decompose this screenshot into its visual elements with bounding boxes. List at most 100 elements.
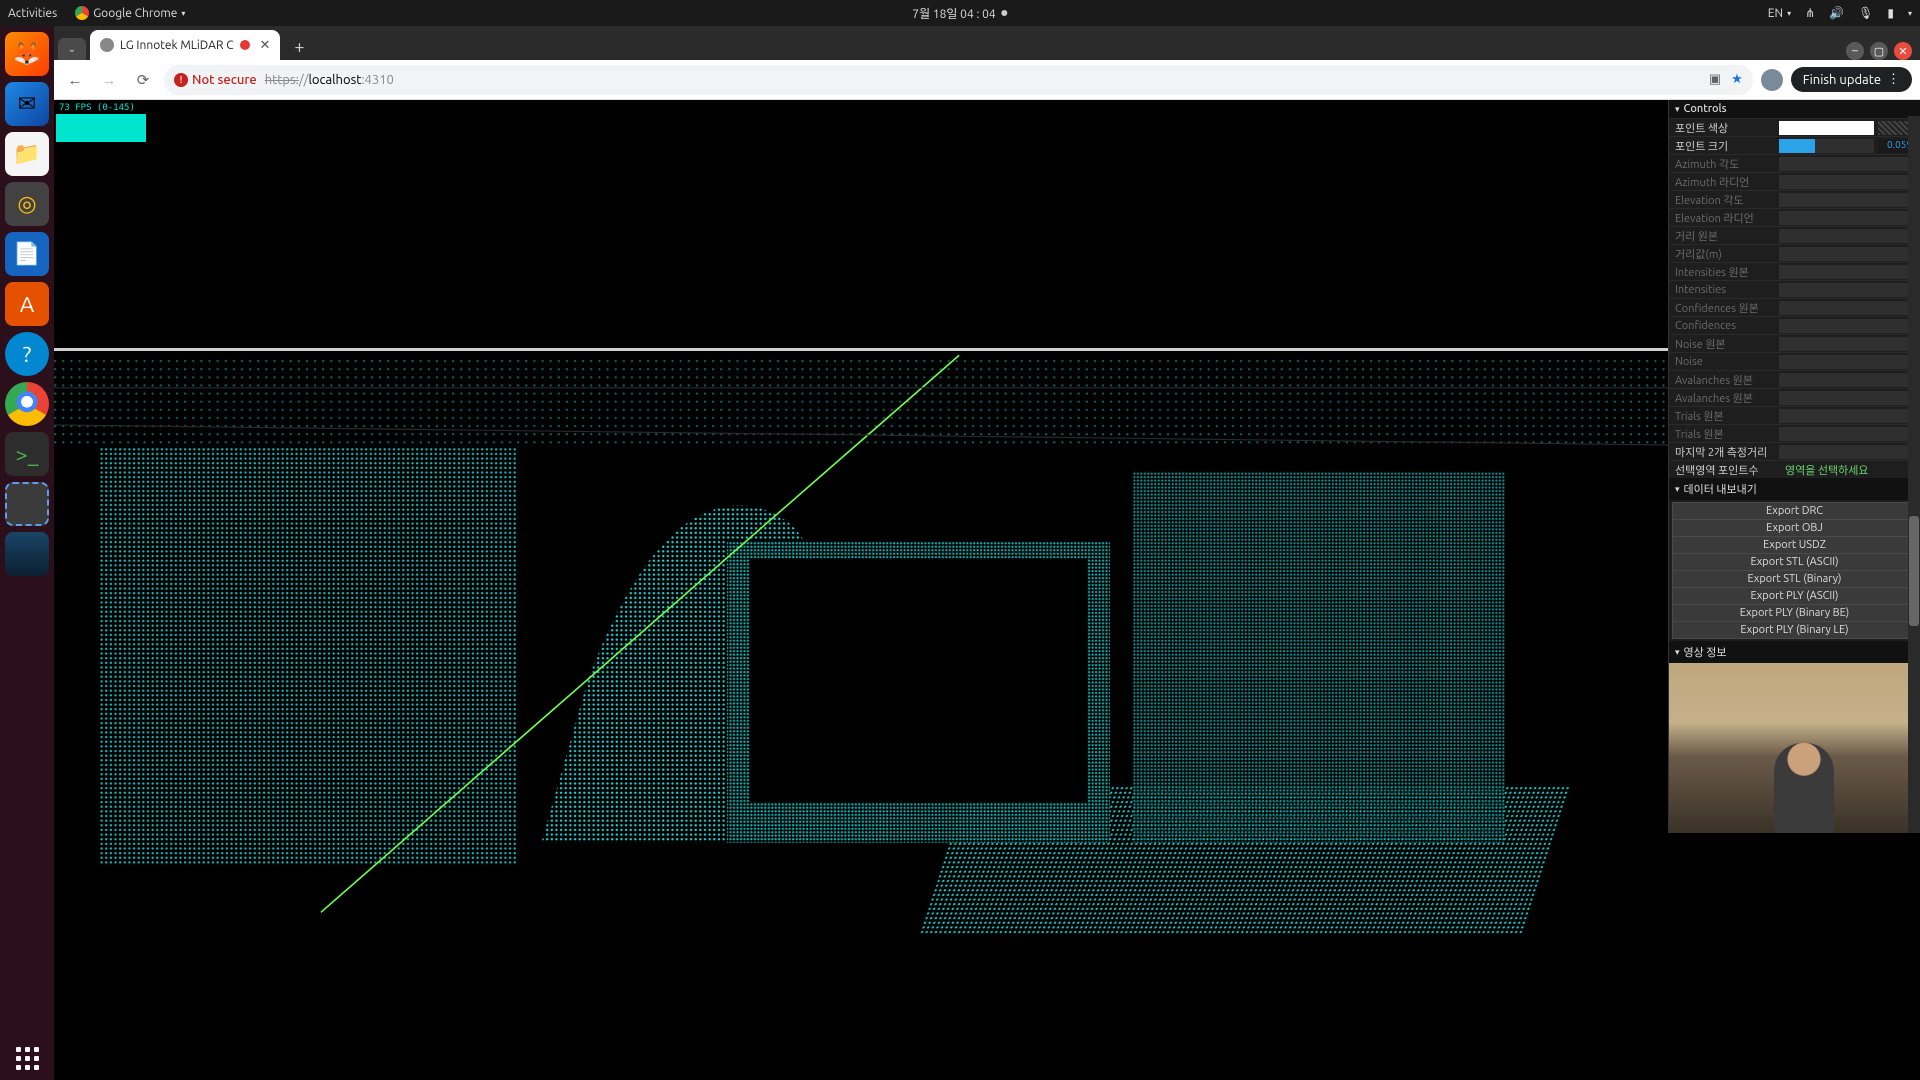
fps-meter: 73 FPS (0-145)	[56, 102, 146, 142]
video-section-header[interactable]: ▾영상 정보	[1669, 641, 1920, 663]
control-field	[1779, 211, 1914, 225]
export-button[interactable]: Export USDZ	[1672, 536, 1917, 554]
profile-avatar[interactable]	[1761, 69, 1783, 91]
control-label: Trials 원본	[1675, 426, 1779, 442]
controls-header[interactable]: ▾Controls	[1669, 100, 1920, 118]
pointcloud-canvas[interactable]	[54, 100, 1920, 959]
export-button[interactable]: Export PLY (Binary BE)	[1672, 604, 1917, 622]
battery-icon[interactable]: ▮	[1887, 6, 1894, 20]
control-label: Elevation 라디언	[1675, 210, 1779, 226]
camera-indicator-icon[interactable]: ▣	[1709, 72, 1721, 87]
export-button[interactable]: Export DRC	[1672, 502, 1917, 520]
chevron-down-icon: ▾	[1675, 647, 1680, 658]
control-row[interactable]: 포인트 색상	[1669, 118, 1920, 136]
control-row[interactable]: 선택영역 포인트수영역을 선택하세요	[1669, 460, 1920, 478]
dock-image[interactable]	[5, 532, 49, 576]
control-row: Avalanches 원본	[1669, 370, 1920, 388]
tab-favicon	[100, 38, 114, 52]
network-icon[interactable]: ⋔	[1805, 6, 1815, 20]
control-row: Confidences	[1669, 316, 1920, 334]
window-maximize-button[interactable]: ▢	[1870, 42, 1888, 60]
browser-tab[interactable]: LG Innotek MLiDAR C ✕	[90, 30, 280, 60]
dock-chrome[interactable]	[5, 382, 49, 426]
control-label: Intensities 원본	[1675, 264, 1779, 280]
export-button[interactable]: Export STL (Binary)	[1672, 570, 1917, 588]
window-close-button[interactable]: ✕	[1894, 42, 1912, 60]
camera-feed-person	[1774, 743, 1834, 833]
dock-terminal[interactable]: >_	[5, 432, 49, 476]
bookmark-star-icon[interactable]: ★	[1731, 72, 1743, 87]
lidar-viewport[interactable]: 73 FPS (0-145) ▾Controls 포인트 색상포인트 크기0.0…	[54, 100, 1920, 1080]
control-row: Intensities 원본	[1669, 262, 1920, 280]
control-field	[1779, 283, 1914, 297]
export-section-header[interactable]: ▾데이터 내보내기	[1669, 478, 1920, 500]
control-field	[1779, 229, 1914, 243]
dock-rhythmbox[interactable]: ◎	[5, 182, 49, 226]
chevron-down-icon: ▾	[1675, 104, 1680, 115]
control-row[interactable]: 마지막 2개 측정거리	[1669, 442, 1920, 460]
export-button[interactable]: Export STL (ASCII)	[1672, 553, 1917, 571]
nav-forward-button[interactable]: →	[96, 67, 122, 93]
control-label: Confidences	[1675, 320, 1779, 332]
dock-show-apps[interactable]	[16, 1047, 39, 1070]
control-field[interactable]	[1779, 445, 1914, 459]
tab-search-button[interactable]: ⌄	[58, 38, 86, 60]
new-tab-button[interactable]: +	[286, 34, 312, 60]
lang-label: EN	[1768, 7, 1783, 20]
control-field	[1779, 427, 1914, 441]
control-label: 포인트 색상	[1675, 120, 1779, 136]
panel-scrollbar-track[interactable]	[1908, 116, 1920, 833]
control-field	[1779, 265, 1914, 279]
control-field	[1779, 175, 1914, 189]
control-row: 거리 원본	[1669, 226, 1920, 244]
app-menu[interactable]: Google Chrome ▾	[75, 6, 185, 20]
control-field	[1779, 373, 1914, 387]
export-button[interactable]: Export OBJ	[1672, 519, 1917, 537]
control-row: Azimuth 각도	[1669, 154, 1920, 172]
clock[interactable]: 7월 18일 04 : 04	[912, 5, 1007, 22]
dock-software[interactable]: A	[5, 282, 49, 326]
chevron-down-icon[interactable]: ▾	[1908, 9, 1912, 18]
nav-reload-button[interactable]: ⟳	[130, 67, 156, 93]
color-swatch[interactable]	[1779, 121, 1874, 135]
not-secure-label: Not secure	[192, 73, 257, 87]
chevron-down-icon: ▾	[1787, 9, 1791, 18]
control-row: Intensities	[1669, 280, 1920, 298]
window-minimize-button[interactable]: –	[1846, 42, 1864, 60]
language-indicator[interactable]: EN ▾	[1768, 7, 1791, 20]
control-field	[1779, 391, 1914, 405]
microphone-icon[interactable]: 🎙	[1858, 6, 1873, 20]
url-text: https://localhost:4310	[265, 73, 394, 87]
export-button[interactable]: Export PLY (ASCII)	[1672, 587, 1917, 605]
control-row[interactable]: 포인트 크기0.059	[1669, 136, 1920, 154]
finish-update-button[interactable]: Finish update ⋮	[1791, 67, 1912, 92]
control-row: 거리값(m)	[1669, 244, 1920, 262]
export-title: 데이터 내보내기	[1684, 481, 1757, 497]
dock-help[interactable]: ?	[5, 332, 49, 376]
gnome-top-bar: Activities Google Chrome ▾ 7월 18일 04 : 0…	[0, 0, 1920, 26]
slider-track[interactable]	[1779, 139, 1874, 153]
dock-firefox[interactable]: 🦊	[5, 32, 49, 76]
volume-icon[interactable]: 🔊	[1829, 6, 1844, 20]
nav-back-button[interactable]: ←	[62, 67, 88, 93]
control-row: Trials 원본	[1669, 424, 1920, 442]
control-row: Azimuth 라디언	[1669, 172, 1920, 190]
dock-thunderbird[interactable]: ✉	[5, 82, 49, 126]
kebab-icon: ⋮	[1887, 72, 1900, 87]
slider-fill	[1779, 139, 1815, 153]
dock-libreoffice[interactable]: 📄	[5, 232, 49, 276]
app-menu-label: Google Chrome	[93, 7, 177, 20]
dock-screenshot[interactable]	[5, 482, 49, 526]
tab-close-button[interactable]: ✕	[260, 38, 271, 53]
chrome-mini-icon	[75, 6, 89, 20]
controls-panel: ▾Controls 포인트 색상포인트 크기0.059Azimuth 각도Azi…	[1668, 100, 1920, 833]
activities-button[interactable]: Activities	[8, 7, 57, 20]
panel-scrollbar-thumb[interactable]	[1909, 516, 1919, 626]
dock-files[interactable]: 📁	[5, 132, 49, 176]
control-row: Trials 원본	[1669, 406, 1920, 424]
export-button[interactable]: Export PLY (Binary LE)	[1672, 621, 1917, 639]
omnibox[interactable]: ! Not secure https://localhost:4310 ▣ ★	[164, 65, 1753, 95]
not-secure-chip[interactable]: ! Not secure	[174, 73, 257, 87]
control-label: Intensities	[1675, 284, 1779, 296]
control-label: Trials 원본	[1675, 408, 1779, 424]
